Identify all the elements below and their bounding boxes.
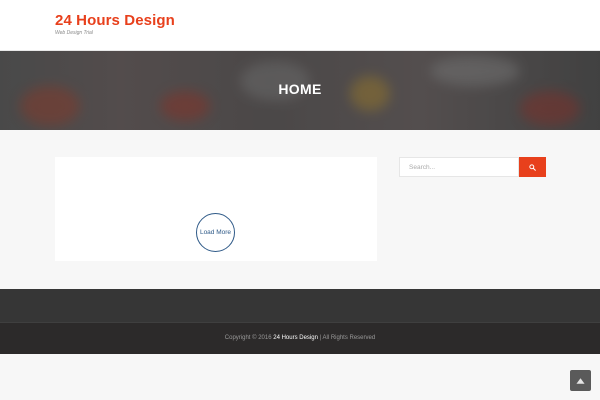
site-header: 24 Hours Design Web Design Trial: [0, 0, 600, 51]
copyright-text: Copyright © 2016 24 Hours Design | All R…: [0, 335, 600, 341]
copyright-prefix: Copyright © 2016: [224, 335, 272, 341]
search-icon: [529, 163, 536, 171]
footer-widgets: [0, 289, 600, 322]
site-title[interactable]: 24 Hours Design: [55, 12, 175, 29]
copyright-suffix: | All Rights Reserved: [319, 335, 376, 341]
search-input[interactable]: [399, 157, 519, 177]
search-button[interactable]: [519, 157, 546, 177]
footer-bottom: Copyright © 2016 24 Hours Design | All R…: [0, 322, 600, 354]
site-tagline: Web Design Trial: [55, 30, 93, 36]
page-title: HOME: [278, 81, 322, 97]
load-more-button[interactable]: Load More: [196, 213, 235, 252]
footer-brand-link[interactable]: 24 Hours Design: [273, 335, 318, 341]
back-to-top-button[interactable]: [570, 370, 591, 391]
arrow-up-icon: [576, 377, 585, 384]
page-banner: HOME: [0, 51, 600, 130]
